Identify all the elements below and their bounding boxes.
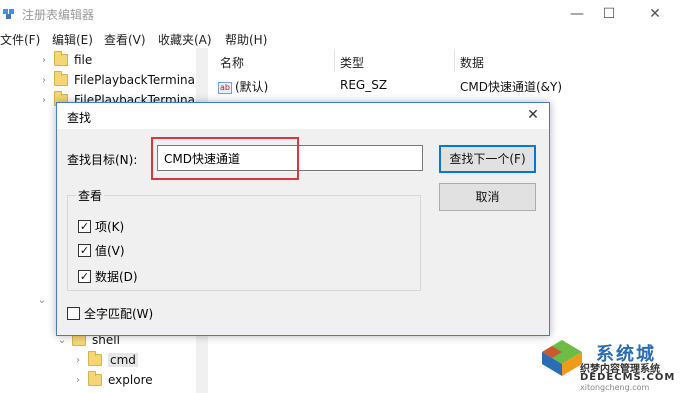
- value-row-name[interactable]: ab (默认): [218, 78, 268, 95]
- tree-item-label: explore: [108, 373, 153, 387]
- title-bar: 注册表编辑器 — ☐ ✕: [0, 0, 692, 28]
- menu-favorites[interactable]: 收藏夹(A): [158, 31, 212, 48]
- checkbox-match-whole[interactable]: 全字匹配(W): [67, 305, 153, 322]
- look-at-group: 查看 ✓ 项(K) ✓ 值(V) ✓ 数据(D): [67, 187, 421, 291]
- menu-file[interactable]: 文件(F): [0, 31, 40, 48]
- folder-icon: [54, 51, 68, 66]
- tree-item-label: FilePlaybackTermina: [74, 73, 196, 87]
- chevron-right-icon[interactable]: ›: [38, 95, 50, 106]
- checkbox-checked-icon[interactable]: ✓: [78, 244, 91, 257]
- registry-editor-icon: [3, 9, 14, 19]
- windows-logo-icon: [542, 340, 582, 376]
- column-divider[interactable]: [334, 50, 335, 72]
- group-title: 查看: [76, 187, 105, 204]
- dialog-title-bar: 查找 ✕: [57, 103, 549, 129]
- chevron-right-icon[interactable]: ›: [38, 75, 50, 86]
- window-title: 注册表编辑器: [22, 8, 95, 22]
- checkbox-label: 全字匹配(W): [84, 307, 154, 321]
- chevron-right-icon[interactable]: ›: [72, 355, 84, 366]
- chevron-down-icon[interactable]: ⌄: [36, 295, 48, 306]
- find-dialog: 查找 ✕ 查找目标(N): 查找下一个(F) 取消 查看 ✓ 项(K) ✓ 值(…: [56, 102, 550, 336]
- checkbox-label: 数据(D): [95, 270, 138, 284]
- column-header-type[interactable]: 类型: [340, 54, 364, 71]
- menu-bar: 文件(F) 编辑(E) 查看(V) 收藏夹(A) 帮助(H): [0, 28, 692, 48]
- string-value-icon: ab: [218, 81, 232, 94]
- column-header-data[interactable]: 数据: [460, 54, 484, 71]
- tree-item[interactable]: › FilePlaybackTermina: [38, 70, 195, 90]
- checkbox-checked-icon[interactable]: ✓: [78, 220, 91, 233]
- checkbox-unchecked-icon[interactable]: [67, 307, 80, 320]
- dialog-close-icon[interactable]: ✕: [525, 107, 541, 123]
- checkbox-values[interactable]: ✓ 值(V): [78, 242, 125, 259]
- tree-item[interactable]: › file: [38, 50, 92, 70]
- chevron-down-icon[interactable]: ⌄: [56, 335, 68, 346]
- chevron-right-icon[interactable]: ›: [38, 55, 50, 66]
- checkbox-checked-icon[interactable]: ✓: [78, 270, 91, 283]
- tree-item-selected[interactable]: › cmd: [72, 350, 138, 370]
- menu-view[interactable]: 查看(V): [104, 31, 146, 48]
- maximize-button[interactable]: ☐: [586, 0, 632, 28]
- value-type: REG_SZ: [340, 78, 388, 92]
- checkbox-keys[interactable]: ✓ 项(K): [78, 218, 124, 235]
- menu-edit[interactable]: 编辑(E): [52, 31, 93, 48]
- tree-item-label: file: [74, 53, 93, 67]
- watermark-url: xitongcheng.com: [580, 383, 650, 392]
- folder-icon: [88, 351, 102, 366]
- cancel-button[interactable]: 取消: [439, 183, 536, 211]
- column-header-name[interactable]: 名称: [220, 54, 244, 71]
- folder-icon: [54, 71, 68, 86]
- find-next-button[interactable]: 查找下一个(F): [439, 145, 536, 173]
- value-data: CMD快速通道(&Y): [460, 80, 563, 94]
- find-target-label: 查找目标(N):: [67, 153, 138, 167]
- checkbox-label: 值(V): [95, 244, 125, 258]
- menu-help[interactable]: 帮助(H): [225, 31, 267, 48]
- watermark-domain: DEDECMS.COM: [580, 372, 676, 383]
- checkbox-data[interactable]: ✓ 数据(D): [78, 268, 138, 285]
- chevron-right-icon[interactable]: ›: [72, 375, 84, 386]
- column-divider[interactable]: [454, 50, 455, 72]
- value-name: (默认): [235, 80, 269, 94]
- close-button[interactable]: ✕: [632, 0, 678, 28]
- find-target-input[interactable]: [157, 145, 423, 171]
- tree-expander[interactable]: ⌄: [36, 290, 48, 310]
- checkbox-label: 项(K): [95, 220, 125, 234]
- folder-icon: [88, 371, 102, 386]
- dialog-title: 查找: [67, 111, 92, 125]
- tree-item[interactable]: › explore: [72, 370, 153, 390]
- tree-item-label: cmd: [108, 353, 138, 367]
